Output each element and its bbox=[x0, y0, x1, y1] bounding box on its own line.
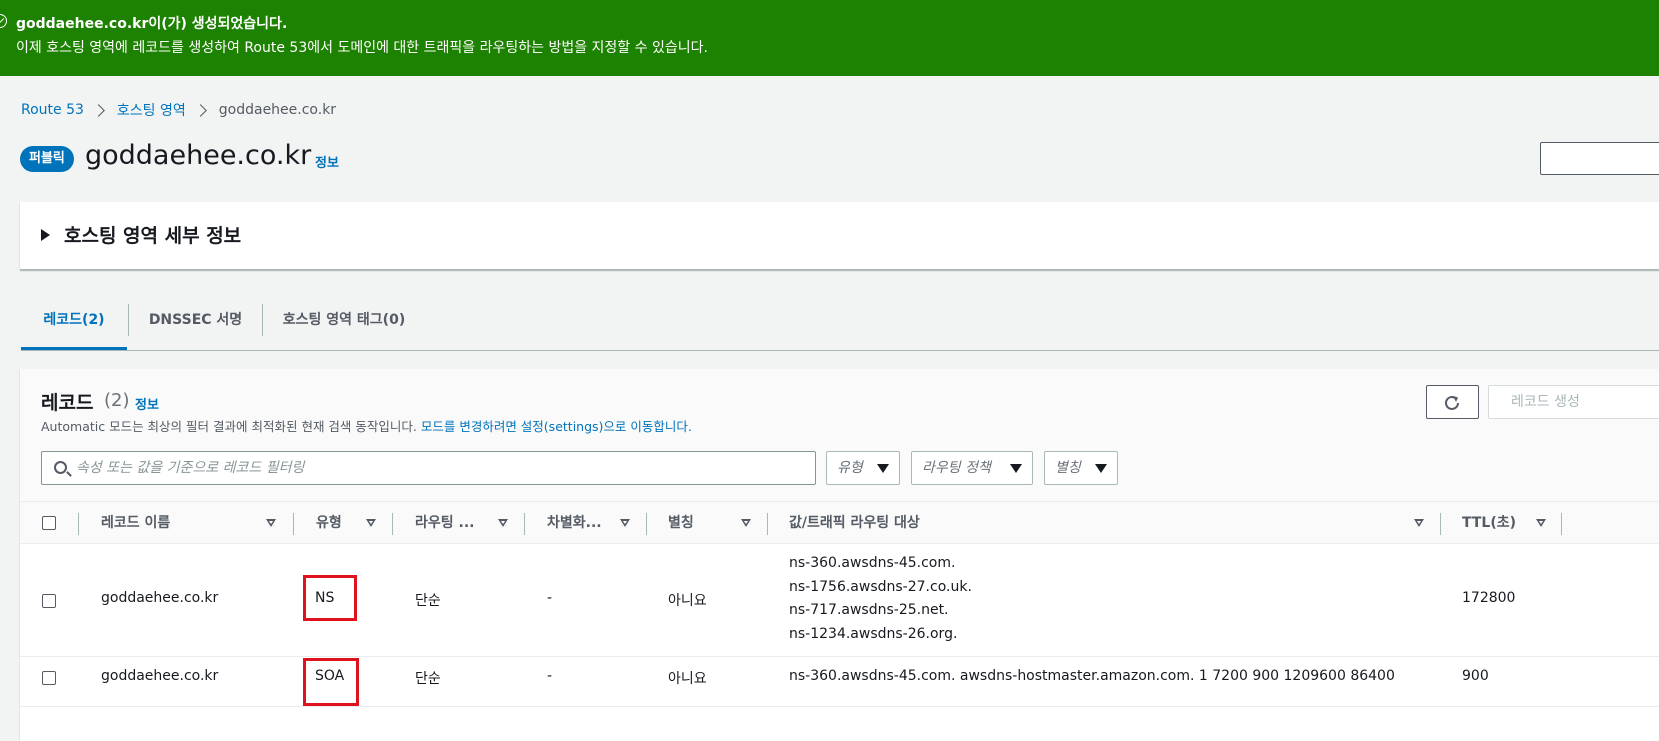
records-title: 레코드 bbox=[41, 392, 94, 414]
records-card: 레코드 (2) 정보 Automatic 모드는 최상의 필터 결과에 최적화된… bbox=[20, 369, 1659, 741]
record-value-line: ns-360.awsdns-45.com. bbox=[789, 555, 956, 571]
record-value-line: ns-1234.awsdns-26.org. bbox=[789, 625, 958, 642]
breadcrumb: Route 53 호스팅 영역 goddaehee.co.kr bbox=[21, 100, 336, 120]
col-ttl[interactable]: TTL(초) bbox=[1462, 502, 1516, 545]
column-divider bbox=[392, 513, 393, 535]
differentiator: - bbox=[547, 668, 553, 684]
records-count: (2) bbox=[104, 390, 130, 411]
col-type[interactable]: 유형 bbox=[316, 502, 342, 545]
record-name: goddaehee.co.kr bbox=[101, 668, 219, 684]
sort-icon[interactable] bbox=[741, 519, 751, 527]
tab-records[interactable]: 레코드(2) bbox=[21, 294, 127, 350]
success-flashbar: goddaehee.co.kr이(가) 생성되었습니다. 이제 호스팅 영역에 … bbox=[0, 0, 1659, 76]
column-divider bbox=[767, 513, 768, 535]
search-input[interactable] bbox=[76, 452, 806, 484]
column-divider bbox=[293, 513, 294, 535]
col-record-name[interactable]: 레코드 이름 bbox=[101, 502, 170, 545]
caret-down-icon bbox=[877, 464, 889, 473]
tab-bar: 레코드(2) DNSSEC 서명 호스팅 영역 태그(0) bbox=[21, 294, 1659, 351]
routing-policy: 단순 bbox=[415, 593, 441, 609]
column-divider bbox=[524, 513, 525, 535]
chevron-right-icon bbox=[92, 103, 105, 117]
record-type: NS bbox=[315, 590, 335, 606]
col-routing-policy[interactable]: 라우팅 ... bbox=[415, 502, 474, 545]
info-link[interactable]: 정보 bbox=[315, 152, 339, 171]
differentiator: - bbox=[547, 590, 553, 606]
flash-title: goddaehee.co.kr이(가) 생성되었습니다. bbox=[16, 16, 288, 32]
public-badge: 퍼블릭 bbox=[20, 146, 74, 172]
refresh-button[interactable] bbox=[1426, 385, 1479, 419]
page-title: goddaehee.co.kr bbox=[85, 140, 312, 171]
chevron-right-icon bbox=[193, 103, 207, 117]
type-filter-dropdown[interactable]: 유형 bbox=[826, 451, 900, 485]
tab-dnssec[interactable]: DNSSEC 서명 bbox=[129, 294, 262, 350]
column-divider bbox=[1561, 513, 1562, 535]
routing-policy-filter-dropdown[interactable]: 라우팅 정책 bbox=[911, 451, 1033, 485]
alias-filter-label: 별칭 bbox=[1055, 460, 1081, 476]
alias-value: 아니요 bbox=[668, 671, 707, 687]
record-filter-search[interactable] bbox=[41, 451, 816, 485]
alias-value: 아니요 bbox=[668, 593, 707, 609]
sort-icon[interactable] bbox=[1414, 519, 1424, 527]
breadcrumb-current: goddaehee.co.kr bbox=[218, 102, 337, 118]
flash-message: 이제 호스팅 영역에 레코드를 생성하여 Route 53에서 도메인에 대한 … bbox=[16, 40, 708, 56]
record-ttl: 900 bbox=[1462, 668, 1489, 684]
records-description: Automatic 모드는 최상의 필터 결과에 최적화된 현재 검색 동작입니… bbox=[41, 416, 692, 435]
table-header: 레코드 이름 유형 라우팅 ... 차별화... 별칭 값/트래픽 라우팅 대상… bbox=[20, 501, 1659, 544]
table-row[interactable]: goddaehee.co.kr SOA 단순 - 아니요 ns-360.awsd… bbox=[20, 657, 1659, 707]
col-value[interactable]: 값/트래픽 라우팅 대상 bbox=[789, 502, 920, 545]
check-circle-icon bbox=[0, 14, 7, 28]
table-row[interactable]: goddaehee.co.kr NS 단순 - 아니요 ns-360.awsdn… bbox=[20, 544, 1659, 657]
record-value-line: ns-360.awsdns-45.com. awsdns-hostmaster.… bbox=[789, 668, 1395, 684]
hosted-zone-details-panel[interactable]: 호스팅 영역 세부 정보 bbox=[20, 202, 1659, 270]
routing-filter-label: 라우팅 정책 bbox=[922, 460, 991, 476]
sort-icon[interactable] bbox=[498, 519, 508, 527]
sort-icon[interactable] bbox=[620, 519, 630, 527]
column-divider bbox=[646, 513, 647, 535]
create-record-button[interactable]: 레코드 생성 bbox=[1488, 385, 1659, 419]
records-info-link[interactable]: 정보 bbox=[135, 394, 159, 413]
record-value-line: ns-717.awsdns-25.net. bbox=[789, 602, 949, 618]
sort-icon[interactable] bbox=[266, 519, 276, 527]
settings-link[interactable]: 모드를 변경하려면 설정(settings)으로 이동합니다. bbox=[421, 419, 692, 434]
column-divider bbox=[78, 513, 79, 535]
sort-icon[interactable] bbox=[366, 519, 376, 527]
record-ttl: 172800 bbox=[1462, 590, 1516, 606]
header-action-button[interactable] bbox=[1540, 142, 1659, 175]
record-name: goddaehee.co.kr bbox=[101, 590, 219, 606]
tab-tags[interactable]: 호스팅 영역 태그(0) bbox=[263, 294, 425, 350]
select-all-checkbox[interactable] bbox=[42, 516, 56, 530]
caret-right-icon bbox=[41, 229, 50, 241]
alias-filter-dropdown[interactable]: 별칭 bbox=[1044, 451, 1118, 485]
sort-icon[interactable] bbox=[1536, 519, 1546, 527]
caret-down-icon bbox=[1095, 464, 1107, 473]
col-alias[interactable]: 별칭 bbox=[668, 502, 694, 545]
refresh-icon bbox=[1445, 395, 1459, 410]
search-icon bbox=[54, 461, 67, 474]
row-checkbox[interactable] bbox=[42, 594, 56, 608]
breadcrumb-hosted-zones[interactable]: 호스팅 영역 bbox=[117, 100, 186, 120]
details-panel-label: 호스팅 영역 세부 정보 bbox=[64, 225, 242, 247]
col-differentiator[interactable]: 차별화... bbox=[547, 502, 602, 545]
column-divider bbox=[1440, 513, 1441, 535]
routing-policy: 단순 bbox=[415, 671, 441, 687]
breadcrumb-route53[interactable]: Route 53 bbox=[21, 102, 84, 118]
type-filter-label: 유형 bbox=[837, 460, 863, 476]
record-type: SOA bbox=[315, 668, 345, 684]
records-description-text: Automatic 모드는 최상의 필터 결과에 최적화된 현재 검색 동작입니… bbox=[41, 419, 417, 434]
row-checkbox[interactable] bbox=[42, 671, 56, 685]
caret-down-icon bbox=[1010, 464, 1022, 473]
records-header: 레코드 (2) 정보 Automatic 모드는 최상의 필터 결과에 최적화된… bbox=[20, 369, 1659, 501]
record-value-line: ns-1756.awsdns-27.co.uk. bbox=[789, 578, 972, 595]
record-values: ns-360.awsdns-45.com. ns-1756.awsdns-27.… bbox=[789, 552, 972, 646]
